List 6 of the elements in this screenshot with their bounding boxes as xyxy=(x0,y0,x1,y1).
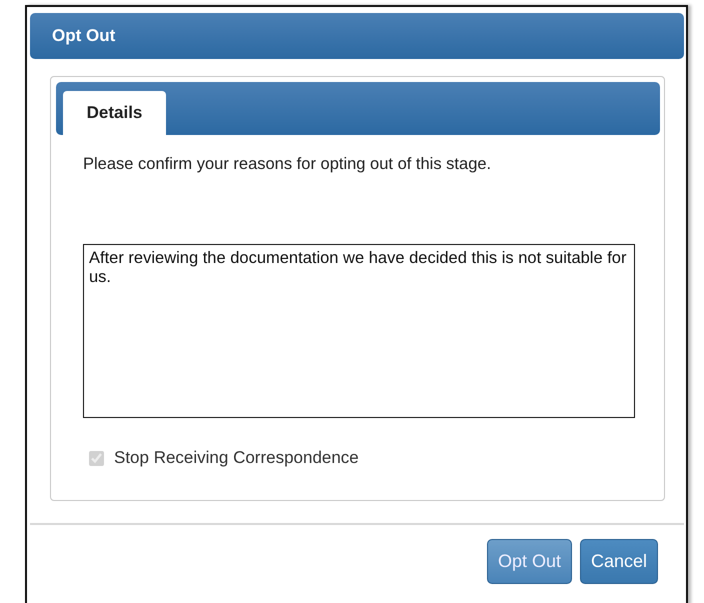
checkbox-label: Stop Receiving Correspondence xyxy=(114,448,359,468)
window-title: Opt Out xyxy=(52,26,116,46)
reason-field[interactable]: After reviewing the documentation we have decided this is not suitable for us. xyxy=(83,244,635,418)
cancel-button[interactable]: Cancel xyxy=(580,539,658,584)
tab[interactable]: Details xyxy=(63,91,166,135)
prompt-text: Please confirm your reasons for opting out of this stage. xyxy=(83,155,492,174)
